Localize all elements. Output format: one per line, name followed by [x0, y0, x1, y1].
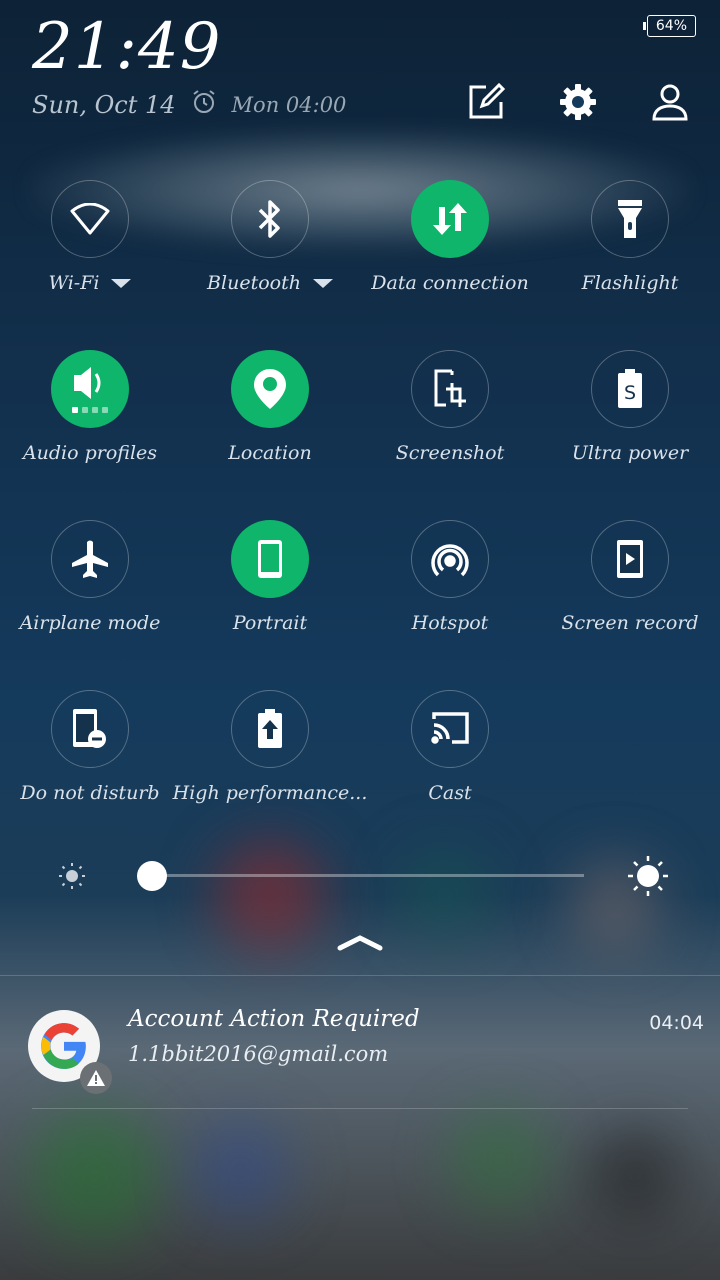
flashlight-icon[interactable]: [591, 180, 669, 258]
notification-title: Account Action Required: [128, 1006, 420, 1032]
svg-text:S: S: [624, 382, 636, 404]
tile-audio-profiles[interactable]: Audio profiles: [0, 350, 180, 464]
tile-label: Screen record: [540, 612, 720, 634]
data-transfer-icon[interactable]: [411, 180, 489, 258]
tile-cast[interactable]: Cast: [360, 690, 540, 804]
tile-label: Airplane mode: [0, 612, 180, 634]
date-row: Sun, Oct 14 Mon 04:00: [32, 88, 346, 122]
tile-data-connection[interactable]: Data connection: [360, 180, 540, 294]
battery-icon: [642, 22, 646, 30]
warning-icon: [80, 1062, 112, 1094]
tile-label: Data connection: [360, 272, 540, 294]
tile-do-not-disturb[interactable]: Do not disturb: [0, 690, 180, 804]
ultra-power-icon[interactable]: S: [591, 350, 669, 428]
tile-label: Do not disturb: [0, 782, 180, 804]
account-icon[interactable]: [650, 82, 690, 122]
tile-label: Audio profiles: [0, 442, 180, 464]
tile-label-text: Screenshot: [395, 442, 505, 464]
tile-flashlight[interactable]: Flashlight: [540, 180, 720, 294]
tile-screen-record[interactable]: Screen record: [540, 520, 720, 634]
location-pin-icon[interactable]: [231, 350, 309, 428]
tile-bluetooth[interactable]: Bluetooth: [180, 180, 360, 294]
wallpaper-blob-blue: [190, 1120, 290, 1220]
next-alarm-text[interactable]: Mon 04:00: [232, 93, 347, 117]
battery-level: 64%: [646, 15, 696, 37]
brightness-slider-thumb[interactable]: [137, 861, 167, 891]
edit-icon[interactable]: [466, 82, 506, 122]
collapse-chevron-icon[interactable]: [336, 930, 384, 954]
tile-label: Portrait: [180, 612, 360, 634]
tile-label-text: Flashlight: [581, 272, 679, 294]
tile-location[interactable]: Location: [180, 350, 360, 464]
tile-label: Flashlight: [540, 272, 720, 294]
alarm-clock-icon: [190, 88, 218, 122]
wallpaper-blob-dark: [590, 1130, 680, 1220]
tile-label-text: Screen record: [561, 612, 699, 634]
notification-divider: [32, 1108, 688, 1109]
airplane-icon[interactable]: [51, 520, 129, 598]
portrait-icon[interactable]: [231, 520, 309, 598]
tile-label-text: Do not disturb: [20, 782, 160, 804]
notification-card[interactable]: Account Action Required 1.1bbit2016@gmai…: [0, 976, 720, 1108]
tile-label: Bluetooth: [180, 272, 360, 294]
high-performance-icon[interactable]: [231, 690, 309, 768]
screen-record-icon[interactable]: [591, 520, 669, 598]
tile-label-text: Hotspot: [411, 612, 489, 634]
do-not-disturb-icon[interactable]: [51, 690, 129, 768]
tile-label-text: Wi-Fi: [48, 272, 100, 294]
dropdown-caret-icon[interactable]: [111, 278, 132, 288]
brightness-control: [0, 852, 720, 902]
tile-wi-fi[interactable]: Wi-Fi: [0, 180, 180, 294]
tile-label-text: Cast: [428, 782, 472, 804]
brightness-high-icon: [626, 854, 670, 902]
brightness-slider-track[interactable]: [152, 874, 584, 877]
tile-label: High performance...: [173, 782, 368, 804]
tile-screenshot[interactable]: Screenshot: [360, 350, 540, 464]
tile-high-performance[interactable]: High performance...: [173, 690, 368, 804]
tile-label-text: Data connection: [371, 272, 529, 294]
wifi-icon[interactable]: [51, 180, 129, 258]
tile-label: Cast: [360, 782, 540, 804]
tile-label-text: Location: [228, 442, 312, 464]
date-text[interactable]: Sun, Oct 14: [32, 91, 176, 119]
tile-label: Ultra power: [540, 442, 720, 464]
notification-subtitle: 1.1bbit2016@gmail.com: [128, 1042, 389, 1066]
tile-label: Wi-Fi: [0, 272, 180, 294]
tile-ultra-power[interactable]: S Ultra power: [540, 350, 720, 464]
header-actions: [466, 82, 690, 122]
tile-airplane-mode[interactable]: Airplane mode: [0, 520, 180, 634]
speaker-icon[interactable]: [51, 350, 129, 428]
screenshot-icon[interactable]: [411, 350, 489, 428]
tile-portrait[interactable]: Portrait: [180, 520, 360, 634]
wallpaper-blob-green: [30, 1110, 160, 1240]
tile-label-text: Audio profiles: [22, 442, 158, 464]
battery-indicator: 64%: [642, 15, 696, 37]
audio-profile-dots: [72, 407, 108, 413]
tile-label-text: Bluetooth: [207, 272, 301, 294]
tile-label-text: High performance...: [172, 782, 368, 804]
tile-label-text: Ultra power: [571, 442, 689, 464]
clock-time[interactable]: 21:49: [32, 10, 221, 84]
dropdown-caret-icon[interactable]: [312, 278, 333, 288]
brightness-low-icon: [58, 862, 86, 894]
notification-time: 04:04: [649, 1012, 704, 1034]
tile-label: Location: [180, 442, 360, 464]
hotspot-icon[interactable]: [411, 520, 489, 598]
settings-gear-icon[interactable]: [558, 82, 598, 122]
cast-icon[interactable]: [411, 690, 489, 768]
wallpaper-blob-green2: [450, 1110, 550, 1210]
tile-label: Screenshot: [360, 442, 540, 464]
tile-hotspot[interactable]: Hotspot: [360, 520, 540, 634]
tile-label: Hotspot: [360, 612, 540, 634]
tile-label-text: Portrait: [232, 612, 308, 634]
bluetooth-icon[interactable]: [231, 180, 309, 258]
tile-label-text: Airplane mode: [19, 612, 161, 634]
